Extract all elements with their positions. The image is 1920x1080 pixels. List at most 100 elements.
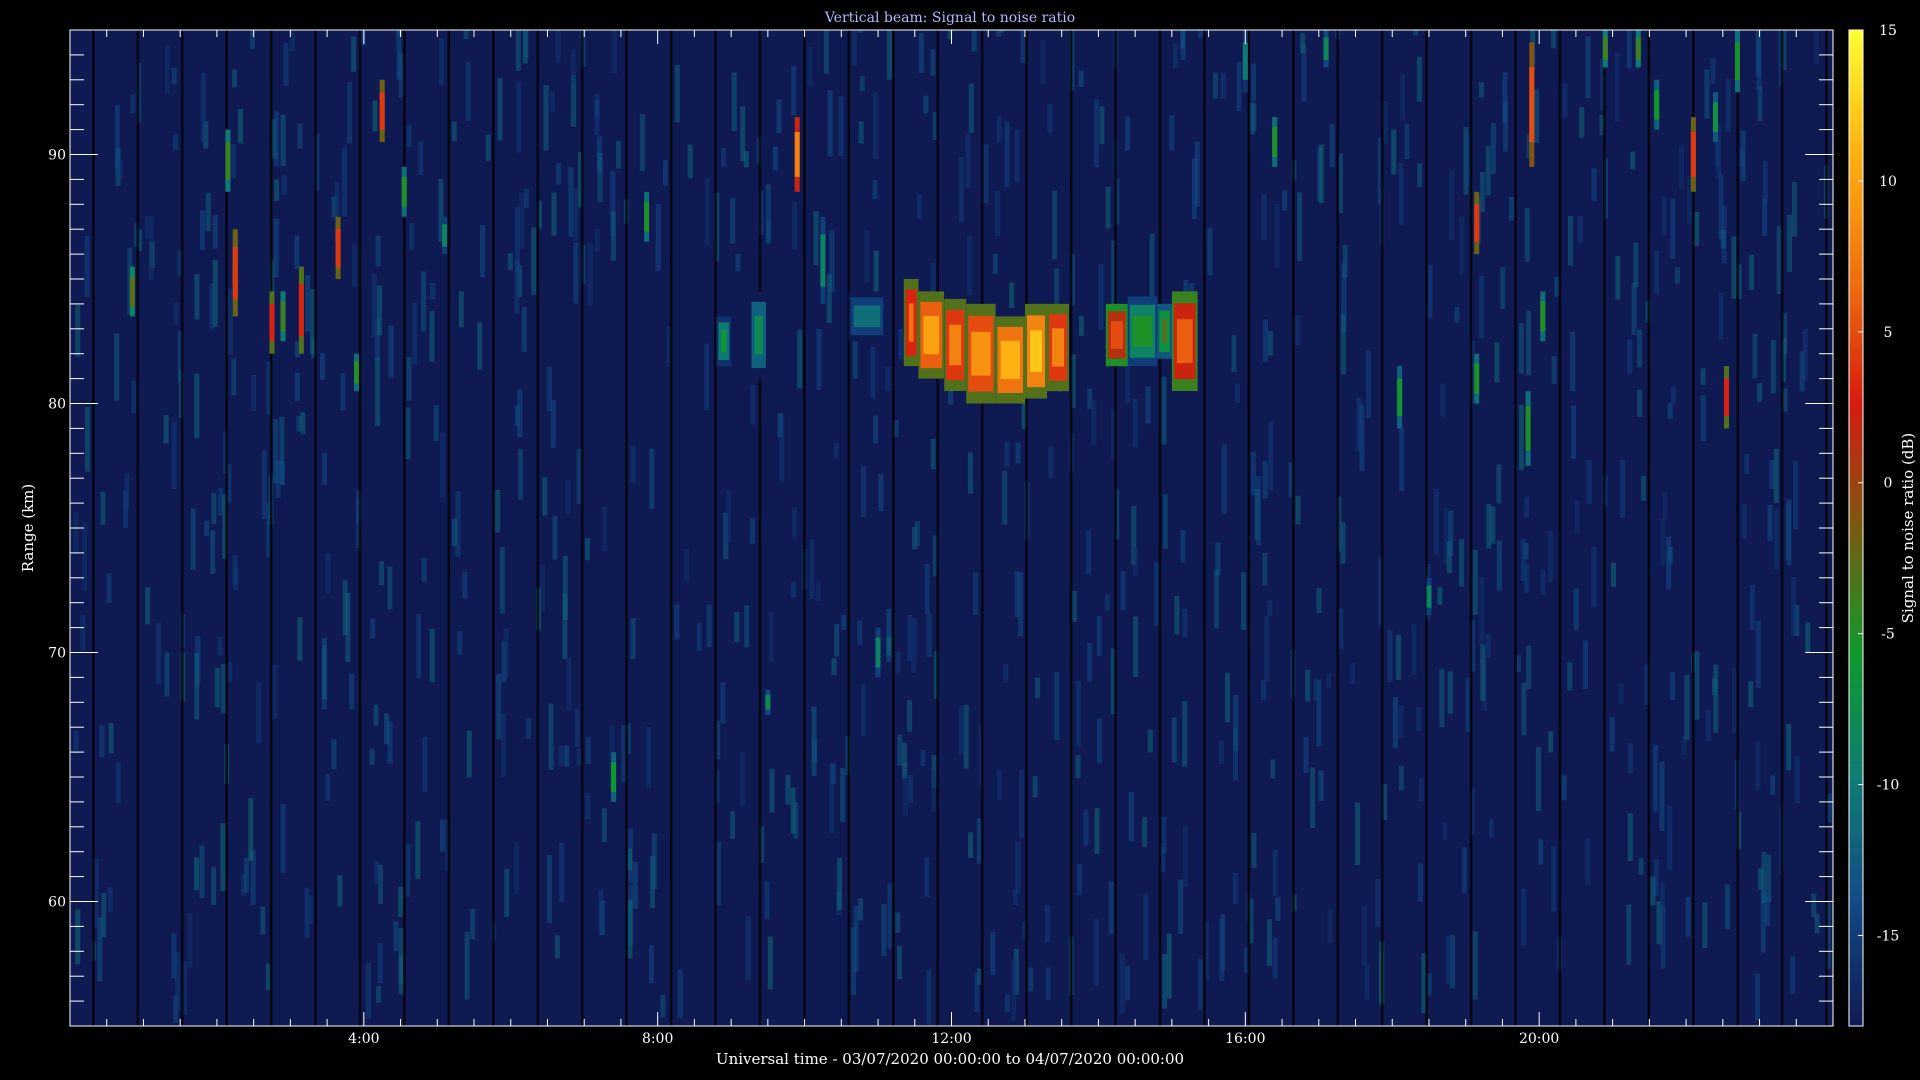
x-tick-label: 20:00: [1519, 1031, 1559, 1047]
noise-cell: [837, 858, 842, 910]
echo-streak-core: [225, 142, 231, 180]
noise-cell: [1162, 954, 1168, 1009]
noise-cell: [1638, 858, 1644, 875]
time-gap: [1736, 30, 1739, 1026]
noise-cell: [1757, 383, 1763, 402]
noise-cell: [1119, 954, 1125, 1014]
noise-cell: [458, 291, 464, 328]
noise-cell: [1399, 427, 1405, 492]
noise-cell: [779, 414, 785, 483]
noise-cell: [1105, 186, 1111, 229]
noise-cell: [790, 787, 796, 834]
noise-cell: [100, 491, 106, 525]
noise-cell: [1679, 145, 1684, 190]
noise-cell: [739, 751, 745, 807]
time-gap: [1647, 30, 1651, 1026]
echo-streak-core: [794, 132, 800, 177]
noise-cell: [1375, 879, 1381, 927]
noise-cell: [1076, 864, 1082, 896]
noise-cell: [210, 530, 216, 574]
noise-cell: [521, 306, 527, 352]
noise-cell: [251, 375, 257, 412]
noise-cell: [280, 803, 286, 874]
colorbar-label: Signal to noise ratio (dB): [1899, 433, 1917, 624]
noise-cell: [1626, 904, 1632, 965]
noise-cell: [923, 95, 929, 114]
noise-cell: [1075, 680, 1081, 748]
noise-cell: [574, 708, 580, 747]
time-gap: [803, 30, 806, 1026]
colorbar-tick-label: -10: [1877, 778, 1900, 794]
noise-cell: [1416, 707, 1422, 732]
noise-cell: [1004, 441, 1010, 467]
noise-cell: [974, 972, 980, 1012]
echo-streak-core: [269, 303, 275, 342]
noise-cell: [674, 64, 680, 123]
noise-cell: [887, 30, 892, 80]
noise-cell: [907, 700, 913, 732]
noise-cell: [84, 236, 90, 298]
time-gap: [847, 30, 851, 1026]
noise-cell: [1813, 30, 1819, 64]
noise-cell: [1749, 254, 1754, 290]
noise-cell: [366, 962, 371, 1019]
noise-cell: [1096, 616, 1102, 657]
time-gap: [492, 30, 495, 1026]
noise-cell: [1626, 30, 1632, 69]
noise-cell: [1071, 591, 1077, 622]
noise-cell: [516, 82, 522, 153]
noise-cell: [1398, 163, 1404, 225]
noise-cell: [1172, 43, 1178, 69]
noise-cell: [772, 146, 778, 171]
noise-cell: [1661, 196, 1667, 236]
noise-cell: [452, 518, 457, 547]
noise-cell: [1282, 190, 1288, 211]
noise-cell: [1524, 496, 1530, 518]
noise-cell: [601, 808, 607, 842]
noise-cell: [1015, 442, 1021, 464]
noise-cell: [1078, 316, 1084, 336]
echo-cell-core: [1030, 330, 1042, 372]
noise-cell: [418, 141, 424, 176]
noise-cell: [616, 140, 622, 169]
noise-cell: [1018, 571, 1024, 637]
noise-cell: [1440, 383, 1446, 418]
noise-cell: [262, 450, 267, 520]
noise-cell: [80, 614, 86, 651]
noise-cell: [331, 739, 337, 770]
noise-cell: [1391, 129, 1397, 175]
noise-cell: [549, 90, 555, 112]
noise-cell: [1538, 839, 1544, 865]
noise-cell: [1232, 728, 1238, 781]
noise-cell: [1748, 681, 1754, 708]
noise-cell: [1694, 211, 1700, 247]
x-axis-label: Universal time - 03/07/2020 00:00:00 to …: [716, 1050, 1184, 1068]
noise-cell: [211, 492, 217, 524]
noise-cell: [1361, 905, 1367, 966]
noise-cell: [1535, 746, 1541, 811]
noise-cell: [587, 242, 593, 306]
noise-cell: [1145, 386, 1151, 424]
noise-cell: [735, 253, 741, 272]
noise-cell: [831, 763, 837, 784]
noise-cell: [1096, 718, 1102, 764]
noise-cell: [958, 706, 964, 755]
y-tick-label: 60: [48, 895, 66, 911]
noise-cell: [232, 69, 237, 88]
noise-cell: [1093, 99, 1099, 168]
noise-cell: [1128, 791, 1134, 842]
noise-cell: [1154, 562, 1159, 626]
noise-cell: [1488, 819, 1494, 838]
noise-cell: [211, 867, 217, 906]
noise-cell: [200, 72, 206, 143]
noise-cell: [1767, 505, 1773, 542]
noise-cell: [1700, 395, 1706, 442]
noise-cell: [1509, 196, 1514, 221]
noise-cell: [1770, 775, 1776, 795]
echo-streak-core: [1724, 378, 1729, 416]
noise-cell: [1256, 476, 1261, 546]
noise-cell: [522, 30, 528, 64]
noise-cell: [1174, 596, 1180, 635]
time-gap: [1425, 30, 1428, 1026]
echo-streak-core: [1426, 585, 1432, 608]
